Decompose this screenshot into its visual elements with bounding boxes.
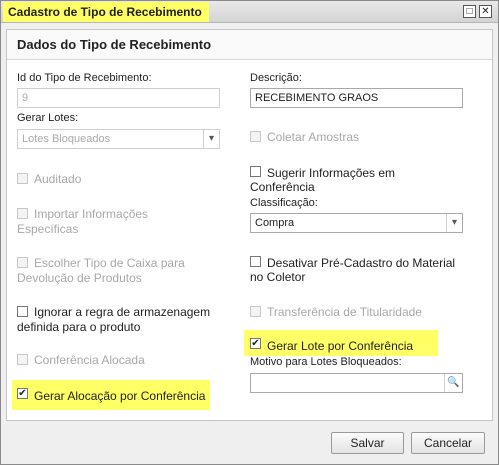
desativar-checkbox[interactable]	[250, 256, 261, 267]
conferencia-alocada-label: Conferência Alocada	[34, 353, 145, 367]
motivo-input[interactable]: 🔍	[250, 373, 463, 393]
auditado-label: Auditado	[34, 172, 82, 186]
title-bar[interactable]: Cadastro de Tipo de Recebimento □ ✕	[1, 1, 498, 23]
close-icon[interactable]: ✕	[479, 5, 492, 18]
panel-title: Dados do Tipo de Recebimento	[17, 37, 212, 52]
gerar-lote-checkbox[interactable]: ✔	[250, 338, 261, 349]
chevron-down-icon[interactable]: ▾	[446, 214, 462, 232]
sugerir-checkbox[interactable]	[250, 166, 261, 177]
escolher-checkbox	[17, 257, 28, 268]
gerar-lotes-label: Gerar Lotes:	[17, 112, 79, 124]
coletar-amostras-label: Coletar Amostras	[267, 130, 360, 144]
importar-label-line1: Importar Informações	[34, 207, 149, 221]
desativar-label-line2: no Coletor	[250, 270, 306, 284]
search-icon[interactable]: 🔍	[444, 374, 462, 392]
gerar-lotes-value: Lotes Bloqueados	[22, 133, 111, 145]
gerar-lotes-select: Lotes Bloqueados ▾	[17, 129, 220, 149]
sugerir-label-line1: Sugerir Informações em	[267, 166, 396, 180]
escolher-label-line1: Escolher Tipo de Caixa para	[34, 256, 185, 270]
cancel-button[interactable]: Cancelar	[411, 432, 485, 454]
id-label: Id do Tipo de Recebimento:	[17, 72, 152, 84]
importar-checkbox	[17, 208, 28, 219]
window-title: Cadastro de Tipo de Recebimento	[3, 2, 209, 22]
transferencia-label: Transferência de Titularidade	[267, 305, 422, 319]
classificacao-label: Classificação:	[250, 197, 318, 209]
coletar-amostras-checkbox	[250, 131, 261, 142]
motivo-label: Motivo para Lotes Bloqueados:	[250, 356, 402, 368]
form-panel: Dados do Tipo de Recebimento Id do Tipo …	[6, 29, 493, 421]
classificacao-select[interactable]: Compra ▾	[250, 213, 463, 233]
ignorar-checkbox[interactable]	[17, 306, 28, 317]
ignorar-label-line1: Ignorar a regra de armazenagem	[34, 305, 211, 319]
importar-label-line2: Específicas	[17, 222, 79, 236]
sugerir-label-line2: Conferência	[250, 180, 315, 194]
chevron-down-icon: ▾	[203, 130, 219, 148]
gerar-lote-label: Gerar Lote por Conferência	[267, 339, 414, 353]
classificacao-value: Compra	[255, 217, 295, 229]
dialog-window: Cadastro de Tipo de Recebimento □ ✕ Dado…	[0, 0, 499, 465]
restore-icon[interactable]: □	[463, 5, 476, 18]
gerar-alocacao-checkbox[interactable]: ✔	[17, 388, 28, 399]
descricao-input[interactable]: RECEBIMENTO GRAOS	[250, 88, 463, 108]
escolher-label-line2: Devolução de Produtos	[17, 271, 142, 285]
panel-header: Dados do Tipo de Recebimento	[7, 30, 492, 60]
desativar-label-line1: Desativar Pré-Cadastro do Material	[267, 256, 456, 270]
ignorar-label-line2: definida para o produto	[17, 320, 141, 334]
gerar-alocacao-label: Gerar Alocação por Conferência	[34, 389, 206, 403]
id-input: 9	[17, 88, 220, 108]
conferencia-alocada-checkbox	[17, 354, 28, 365]
save-button[interactable]: Salvar	[331, 432, 404, 454]
auditado-checkbox	[17, 173, 28, 184]
descricao-label: Descrição:	[250, 72, 302, 84]
transferencia-checkbox	[250, 306, 261, 317]
